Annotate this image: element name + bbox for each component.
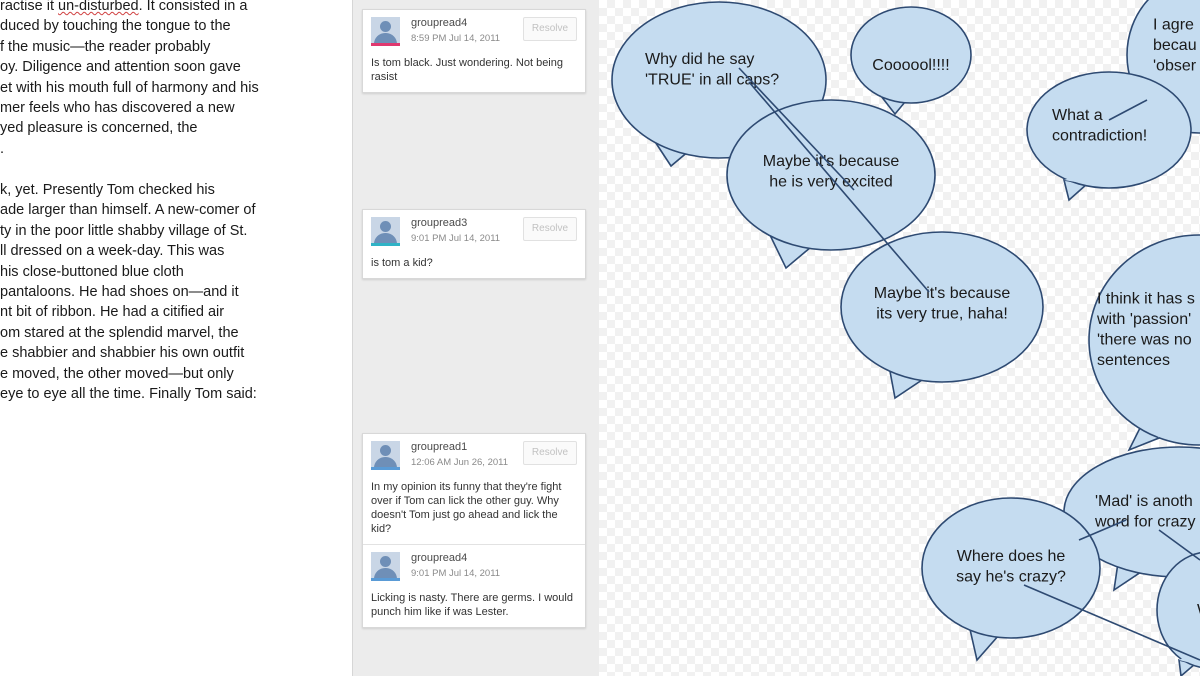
bubble-text: he is very excited <box>769 173 893 190</box>
comment-timestamp: 12:06 AM Jun 26, 2011 <box>411 457 509 468</box>
document-text-line: yed pleasure is concerned, the <box>0 120 198 137</box>
document-text-line: ade larger than himself. A new-comer of <box>0 202 256 219</box>
avatar-icon <box>371 441 400 470</box>
document-text-line: . <box>0 140 5 157</box>
bubble-text: 'obser <box>1153 58 1197 75</box>
comment-entry: groupread1 12:06 AM Jun 26, 2011 Resolve In… <box>363 434 585 544</box>
bubble-text: Where does he <box>957 548 1066 565</box>
speech-bubble-passion[interactable]: I think it has s with 'passion' 'there was… <box>1088 234 1200 452</box>
document-text-line: ty in the poor little shabby village of … <box>0 222 248 239</box>
bubble-text: 'TRUE' in all caps? <box>645 71 779 88</box>
document-text-line: f the music—the reader probably <box>0 38 211 55</box>
bubble-canvas: Why did he say 'TRUE' in all caps? Coooool… <box>599 0 1200 676</box>
bubble-text: contradiction! <box>1052 127 1147 144</box>
resolve-button[interactable]: Resolve <box>523 17 577 41</box>
bubble-text: Maybe it's because <box>763 153 900 170</box>
comments-sidebar: groupread4 8:59 PM Jul 14, 2011 Resolve Is … <box>353 0 599 676</box>
document-text-line: mer feels who has discovered a new <box>0 100 235 116</box>
resolve-button[interactable]: Resolve <box>523 217 577 241</box>
bubble-text: 'Mad' is anoth <box>1095 493 1193 510</box>
document-text-line: his close-buttoned blue cloth <box>0 263 184 280</box>
document-text-line: ll dressed on a week-day. This was <box>0 243 225 260</box>
document-text-line: ractise it un-disturbed. It consisted in… <box>0 0 248 14</box>
comment-author[interactable]: groupread3 <box>411 217 467 229</box>
comment-entry: groupread3 9:01 PM Jul 14, 2011 Resolve is … <box>363 210 585 278</box>
speech-bubble-contradiction[interactable]: What a contradiction! <box>1026 71 1192 202</box>
comment-timestamp: 9:01 PM Jul 14, 2011 <box>411 568 501 579</box>
speech-bubble-very-true[interactable]: Maybe it's because its very true, haha! <box>840 231 1044 400</box>
document-text-line: om stared at the splendid marvel, the <box>0 324 239 341</box>
bubble-body <box>850 6 972 104</box>
document-text-line: nt bit of ribbon. He had a citified air <box>0 304 225 321</box>
bubble-canvas-svg: Why did he say 'TRUE' in all caps? Coooool… <box>611 0 1200 676</box>
bubble-text: Coooool!!!! <box>872 57 949 74</box>
comment-text: Licking is nasty. There are germs. I wou… <box>371 592 573 618</box>
comment-timestamp: 9:01 PM Jul 14, 2011 <box>411 233 501 244</box>
bubble-text: sentences <box>1097 352 1170 369</box>
bubble-text: Why did he say <box>645 51 754 68</box>
comment-card[interactable]: groupread3 9:01 PM Jul 14, 2011 Resolve is … <box>362 209 586 279</box>
speech-bubble-crazy[interactable]: Where does he say he's crazy? <box>921 497 1101 662</box>
bubble-text: Maybe it's because <box>874 285 1011 302</box>
document-text-line: oy. Diligence and attention soon gave <box>0 59 241 76</box>
resolve-button[interactable]: Resolve <box>523 441 577 465</box>
bubble-text: What a <box>1052 107 1103 124</box>
spellcheck-word[interactable]: un-disturbed <box>58 0 139 14</box>
document-text-line: e moved, the other moved—but only <box>0 365 234 382</box>
comment-card[interactable]: groupread1 12:06 AM Jun 26, 2011 Resolve In… <box>362 433 586 628</box>
avatar-icon <box>371 17 400 46</box>
bubble-text: I agre <box>1153 17 1194 34</box>
avatar-icon <box>371 217 400 246</box>
speech-bubble-cooool[interactable]: Coooool!!!! <box>850 6 972 116</box>
document-text-line: eye to eye all the time. Finally Tom sai… <box>0 386 257 402</box>
comment-author[interactable]: groupread1 <box>411 441 467 453</box>
bubble-text: I think it has s <box>1097 290 1195 307</box>
comment-author[interactable]: groupread4 <box>411 17 467 29</box>
comment-entry: groupread4 8:59 PM Jul 14, 2011 Resolve Is … <box>363 10 585 92</box>
bubble-text: say he's crazy? <box>956 568 1066 585</box>
document-text-line: pantaloons. He had shoes on—and it <box>0 284 239 300</box>
bubble-text: becau <box>1153 37 1197 54</box>
document-text-line: k, yet. Presently Tom checked his <box>0 182 215 198</box>
comment-entry: groupread4 9:01 PM Jul 14, 2011 Licking is… <box>363 544 585 627</box>
document-text-line: duced by touching the tongue to the <box>0 18 231 35</box>
comment-author[interactable]: groupread4 <box>411 552 467 564</box>
document-pane[interactable]: ractise it un-disturbed. It consisted in… <box>0 0 352 676</box>
avatar-icon <box>371 552 400 581</box>
bubble-text: with 'passion' <box>1096 311 1191 328</box>
comment-card[interactable]: groupread4 8:59 PM Jul 14, 2011 Resolve Is … <box>362 9 586 93</box>
document-text-line: e shabbier and shabbier his own outfit <box>0 345 245 362</box>
document-text-line: et with his mouth full of harmony and hi… <box>0 79 259 96</box>
comment-timestamp: 8:59 PM Jul 14, 2011 <box>411 33 501 44</box>
bubble-text: 'there was no <box>1097 331 1192 348</box>
bubble-text: its very true, haha! <box>876 305 1008 322</box>
